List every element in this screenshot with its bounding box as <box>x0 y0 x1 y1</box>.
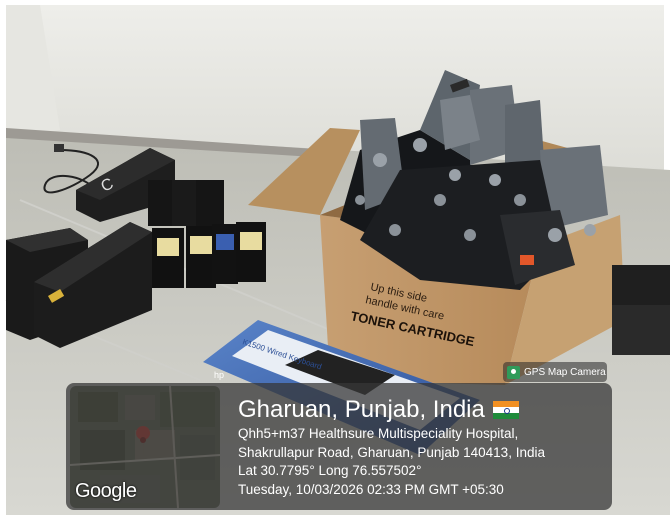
india-flag-icon <box>492 401 519 419</box>
coordinates: Lat 30.7795° Long 76.557502° <box>238 463 422 478</box>
location-title: Gharuan, Punjab, India <box>238 396 485 423</box>
gps-map-camera-icon <box>507 365 520 379</box>
address-line-2: Shakrullapur Road, Gharuan, Punjab 14041… <box>238 444 545 460</box>
battery-row-back <box>148 180 224 226</box>
hp-logo: hp <box>214 370 224 380</box>
location-title-row: Gharuan, Punjab, India <box>238 395 545 425</box>
location-info: Gharuan, Punjab, India Qhh5+m37 Healthsu… <box>238 395 545 499</box>
timestamp: Tuesday, 10/03/2026 02:33 PM GMT +05:30 <box>238 481 504 497</box>
google-logo: Google <box>75 480 137 502</box>
address-line-1: Qhh5+m37 Healthsure Multispeciality Hosp… <box>238 426 519 441</box>
gps-map-camera-badge: GPS Map Camera <box>503 362 607 382</box>
battery-row-front <box>152 222 266 288</box>
badge-label: GPS Map Camera <box>524 366 606 378</box>
rail-right <box>612 265 670 305</box>
